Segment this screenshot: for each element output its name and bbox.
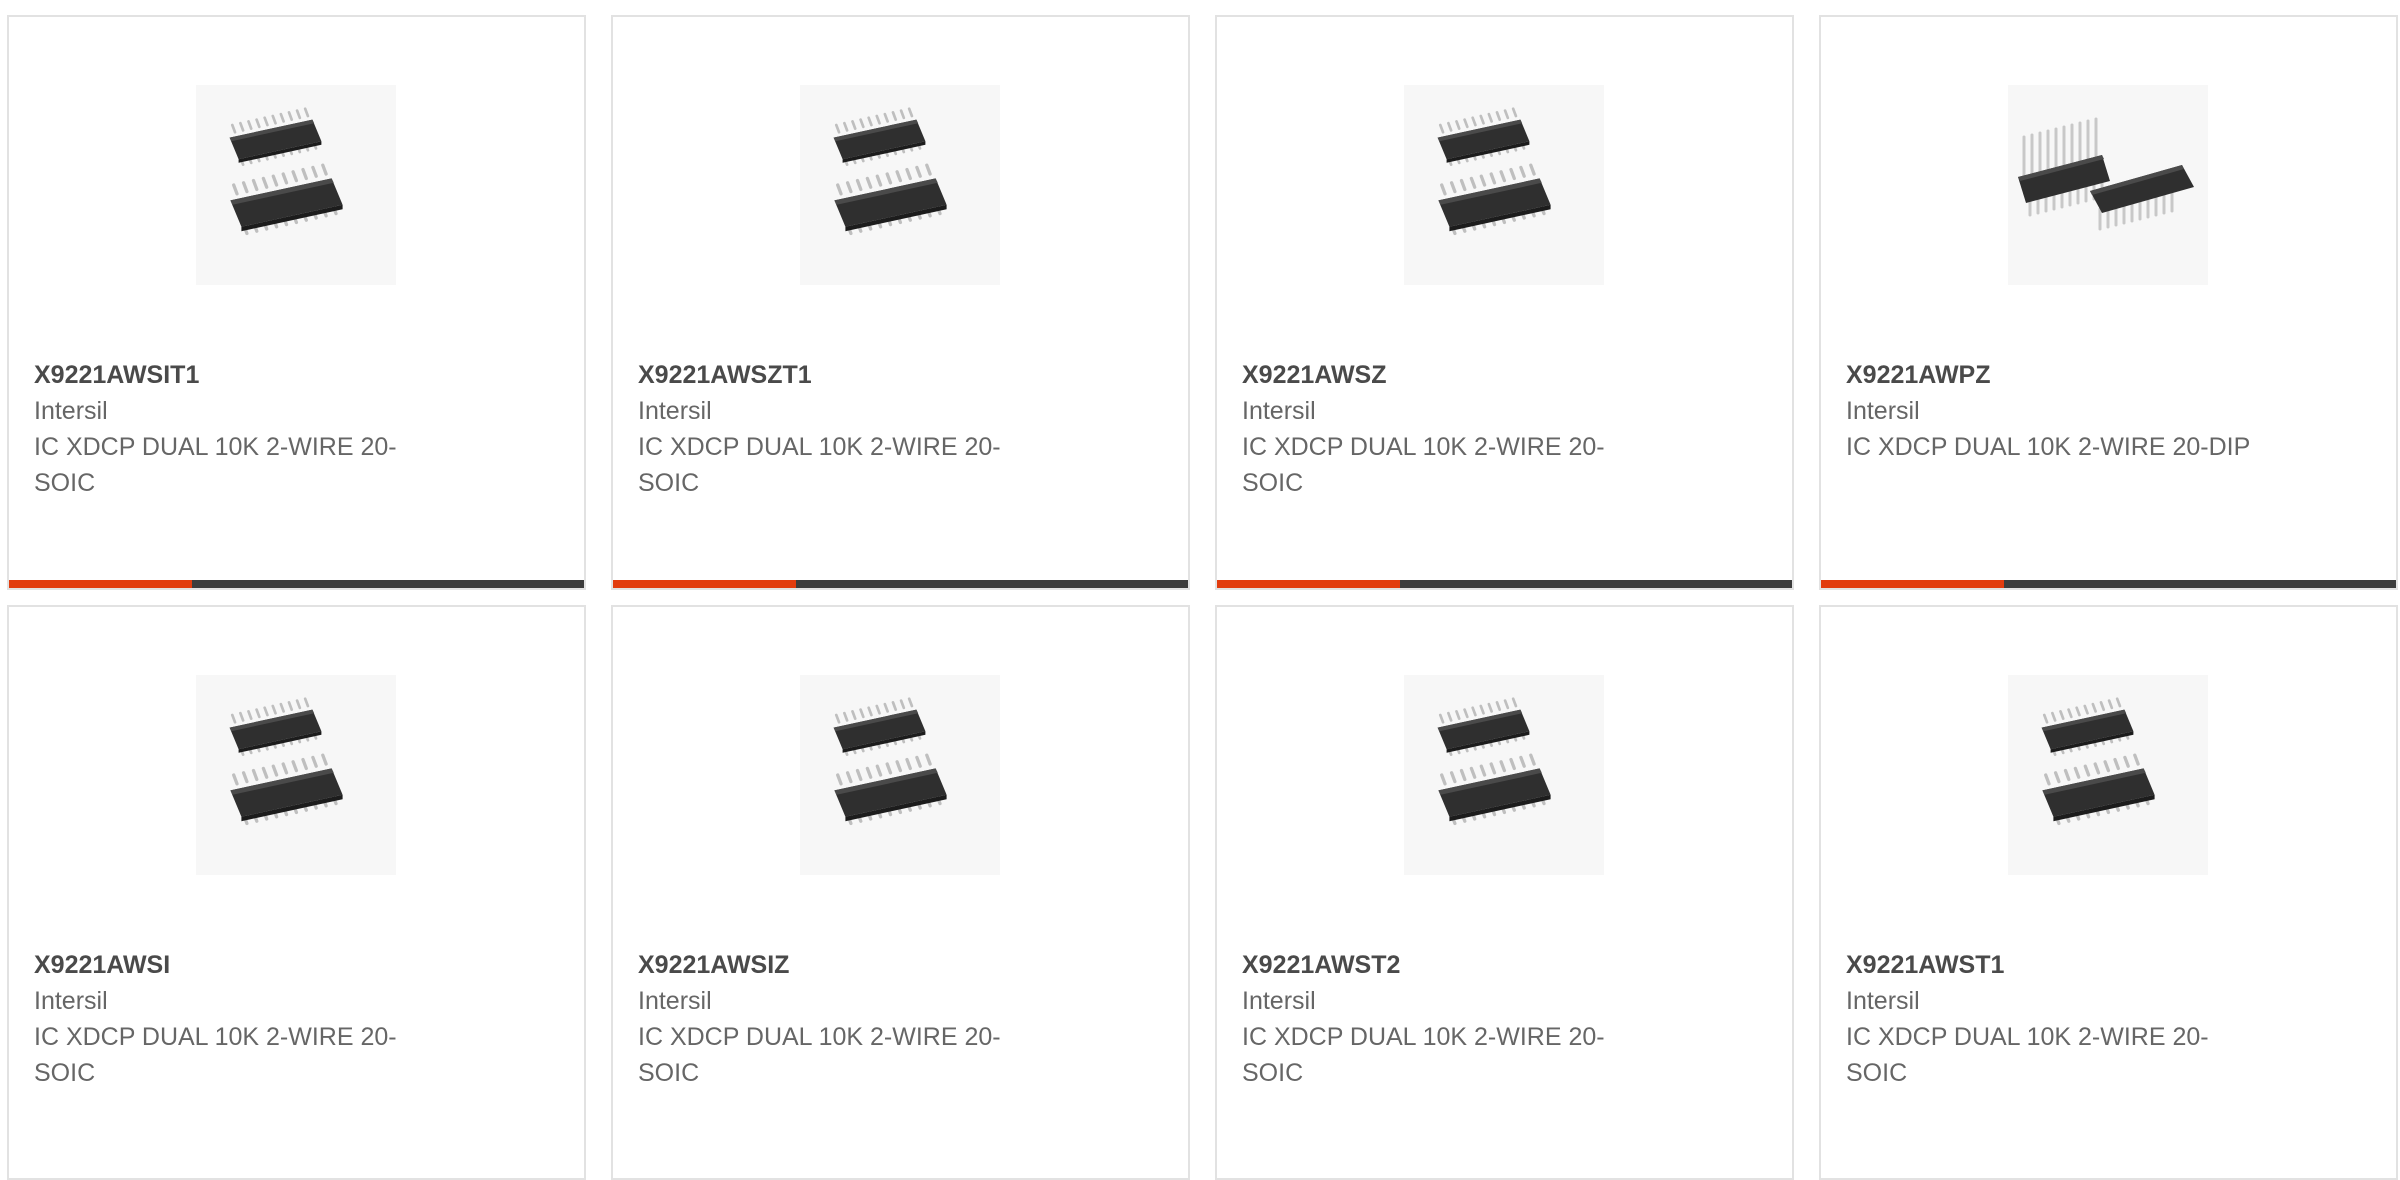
product-description: IC XDCP DUAL 10K 2-WIRE 20-SOIC — [1242, 1023, 1605, 1087]
part-number-link[interactable]: X9221AWST1 — [1846, 947, 2286, 983]
product-card[interactable]: X9221AWSI Intersil IC XDCP DUAL 10K 2-WI… — [7, 605, 586, 1180]
dip-chip-icon — [2008, 85, 2208, 285]
product-info: X9221AWSI Intersil IC XDCP DUAL 10K 2-WI… — [34, 947, 474, 1091]
part-number-link[interactable]: X9221AWSIZ — [638, 947, 1078, 983]
product-card[interactable]: X9221AWST1 Intersil IC XDCP DUAL 10K 2-W… — [1819, 605, 2398, 1180]
soic-chip-icon — [800, 675, 1000, 875]
part-number-link[interactable]: X9221AWPZ — [1846, 357, 2286, 393]
manufacturer-name: Intersil — [34, 397, 108, 425]
part-number-link[interactable]: X9221AWSZ — [1242, 357, 1682, 393]
manufacturer-name: Intersil — [638, 987, 712, 1015]
soic-chip-icon — [196, 85, 396, 285]
card-bottom-bar — [9, 580, 584, 588]
product-image[interactable] — [800, 675, 1000, 875]
product-image[interactable] — [196, 675, 396, 875]
soic-chip-icon — [1404, 675, 1604, 875]
part-number-link[interactable]: X9221AWSI — [34, 947, 474, 983]
soic-chip-icon — [1404, 85, 1604, 285]
product-description: IC XDCP DUAL 10K 2-WIRE 20-SOIC — [34, 433, 397, 497]
manufacturer-name: Intersil — [1242, 397, 1316, 425]
product-card[interactable]: X9221AWSIZ Intersil IC XDCP DUAL 10K 2-W… — [611, 605, 1190, 1180]
product-description: IC XDCP DUAL 10K 2-WIRE 20-SOIC — [34, 1023, 397, 1087]
product-info: X9221AWST2 Intersil IC XDCP DUAL 10K 2-W… — [1242, 947, 1682, 1091]
soic-chip-icon — [196, 675, 396, 875]
product-info: X9221AWSZT1 Intersil IC XDCP DUAL 10K 2-… — [638, 357, 1078, 501]
product-card[interactable]: X9221AWSIT1 Intersil IC XDCP DUAL 10K 2-… — [7, 15, 586, 590]
product-description: IC XDCP DUAL 10K 2-WIRE 20-SOIC — [1846, 1023, 2209, 1087]
product-card[interactable]: X9221AWST2 Intersil IC XDCP DUAL 10K 2-W… — [1215, 605, 1794, 1180]
card-accent-bar — [9, 580, 192, 588]
product-card[interactable]: X9221AWSZT1 Intersil IC XDCP DUAL 10K 2-… — [611, 15, 1190, 590]
product-info: X9221AWPZ Intersil IC XDCP DUAL 10K 2-WI… — [1846, 357, 2286, 465]
soic-chip-icon — [800, 85, 1000, 285]
product-info: X9221AWSIZ Intersil IC XDCP DUAL 10K 2-W… — [638, 947, 1078, 1091]
product-description: IC XDCP DUAL 10K 2-WIRE 20-SOIC — [638, 433, 1001, 497]
product-image[interactable] — [1404, 85, 1604, 285]
product-image[interactable] — [2008, 675, 2208, 875]
product-image[interactable] — [2008, 85, 2208, 285]
part-number-link[interactable]: X9221AWSZT1 — [638, 357, 1078, 393]
product-card[interactable]: X9221AWSZ Intersil IC XDCP DUAL 10K 2-WI… — [1215, 15, 1794, 590]
product-description: IC XDCP DUAL 10K 2-WIRE 20-DIP — [1846, 433, 2251, 461]
product-grid: X9221AWSIT1 Intersil IC XDCP DUAL 10K 2-… — [7, 15, 2398, 1180]
card-accent-bar — [1217, 580, 1400, 588]
card-bottom-bar — [1217, 580, 1792, 588]
product-description: IC XDCP DUAL 10K 2-WIRE 20-SOIC — [638, 1023, 1001, 1087]
card-bottom-bar — [1821, 580, 2396, 588]
product-image[interactable] — [1404, 675, 1604, 875]
product-info: X9221AWSIT1 Intersil IC XDCP DUAL 10K 2-… — [34, 357, 474, 501]
card-accent-bar — [613, 580, 796, 588]
soic-chip-icon — [2008, 675, 2208, 875]
product-image[interactable] — [800, 85, 1000, 285]
manufacturer-name: Intersil — [638, 397, 712, 425]
product-info: X9221AWSZ Intersil IC XDCP DUAL 10K 2-WI… — [1242, 357, 1682, 501]
product-image[interactable] — [196, 85, 396, 285]
product-description: IC XDCP DUAL 10K 2-WIRE 20-SOIC — [1242, 433, 1605, 497]
part-number-link[interactable]: X9221AWST2 — [1242, 947, 1682, 983]
product-card[interactable]: X9221AWPZ Intersil IC XDCP DUAL 10K 2-WI… — [1819, 15, 2398, 590]
part-number-link[interactable]: X9221AWSIT1 — [34, 357, 474, 393]
manufacturer-name: Intersil — [1846, 397, 1920, 425]
manufacturer-name: Intersil — [34, 987, 108, 1015]
card-accent-bar — [1821, 580, 2004, 588]
card-bottom-bar — [613, 580, 1188, 588]
product-info: X9221AWST1 Intersil IC XDCP DUAL 10K 2-W… — [1846, 947, 2286, 1091]
manufacturer-name: Intersil — [1846, 987, 1920, 1015]
manufacturer-name: Intersil — [1242, 987, 1316, 1015]
